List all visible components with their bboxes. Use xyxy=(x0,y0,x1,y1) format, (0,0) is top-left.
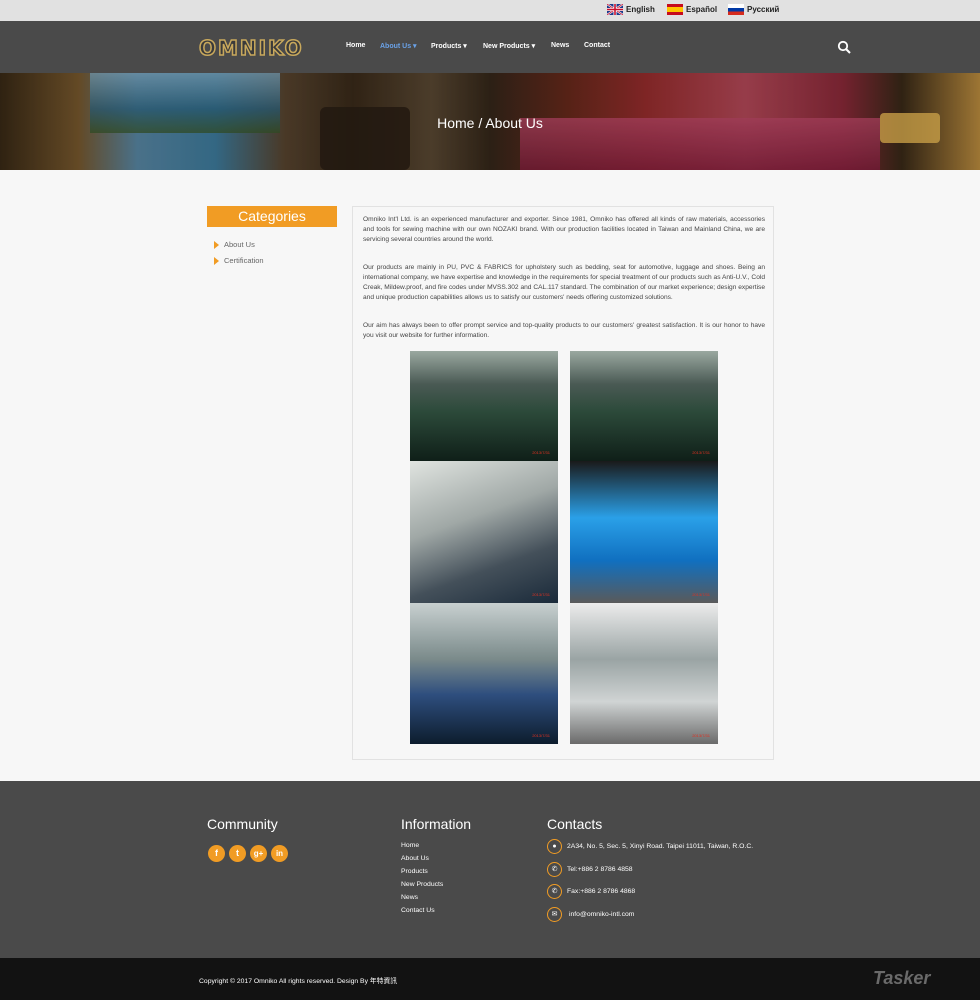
category-certification[interactable]: Certification xyxy=(214,256,264,265)
information-heading: Information xyxy=(401,816,472,832)
factory-photo: 2013/7/31 xyxy=(570,351,718,461)
russia-flag-icon xyxy=(728,4,744,15)
language-spanish[interactable]: Español xyxy=(667,4,717,15)
menu-products[interactable]: Products ▾ xyxy=(431,42,467,50)
about-paragraph: Our aim has always been to offer prompt … xyxy=(363,322,765,339)
linkedin-icon[interactable]: in xyxy=(271,845,288,862)
footer-link-home[interactable]: Home xyxy=(401,842,419,849)
menu-contact[interactable]: Contact xyxy=(584,42,610,49)
menu-about-us[interactable]: About Us ▾ xyxy=(380,42,417,50)
email-icon: ✉ xyxy=(547,907,562,922)
factory-photo: 2013/7/31 xyxy=(410,351,558,461)
about-paragraph: Omniko Int'l Ltd. is an experienced manu… xyxy=(363,216,765,243)
arrow-right-icon xyxy=(214,256,219,265)
factory-photo: 2013/7/31 xyxy=(410,461,558,603)
footer-link-products[interactable]: Products xyxy=(401,868,428,875)
uk-flag-icon xyxy=(606,3,624,16)
hero-banner: Home / About Us xyxy=(0,73,980,170)
menu-home[interactable]: Home xyxy=(346,42,365,49)
menu-news[interactable]: News xyxy=(551,42,569,49)
location-pin-icon: ● xyxy=(547,839,562,854)
twitter-icon[interactable]: t xyxy=(229,845,246,862)
bottom-bar: Copyright © 2017 Omniko All rights reser… xyxy=(0,958,980,1000)
menu-new-products[interactable]: New Products ▾ xyxy=(483,42,535,50)
language-label: Español xyxy=(686,5,718,14)
tasker-watermark: Tasker xyxy=(873,968,931,988)
contacts-heading: Contacts xyxy=(547,816,603,832)
footer: Community f t g+ in Information Home Abo… xyxy=(0,781,980,958)
language-english[interactable]: English xyxy=(606,3,655,16)
community-heading: Community xyxy=(207,816,278,832)
page-title: Home / About Us xyxy=(437,115,543,131)
contact-address: 2A34, No. 5, Sec. 5, Xinyi Road. Taipei … xyxy=(567,843,754,850)
spain-flag-icon xyxy=(667,4,683,15)
language-label: English xyxy=(626,5,655,14)
language-bar: English Español Русский xyxy=(0,0,980,21)
footer-link-news[interactable]: News xyxy=(401,894,418,901)
search-icon[interactable] xyxy=(837,40,851,54)
factory-photo: 2013/7/31 xyxy=(410,603,558,744)
content-area: Categories About Us Certification Omniko… xyxy=(0,170,980,781)
contact-tel: Tel:+886 2 8786 4858 xyxy=(567,866,633,873)
about-content-box: Omniko Int'l Ltd. is an experienced manu… xyxy=(352,206,774,760)
facebook-icon[interactable]: f xyxy=(208,845,225,862)
omniko-logo[interactable]: OMNIKO xyxy=(198,37,325,59)
category-about-us[interactable]: About Us xyxy=(214,240,255,249)
fax-icon: ✆ xyxy=(547,884,562,899)
language-label: Русский xyxy=(747,5,780,14)
language-russian[interactable]: Русский xyxy=(728,4,779,15)
contact-fax: Fax:+886 2 8786 4868 xyxy=(567,888,636,895)
arrow-right-icon xyxy=(214,240,219,249)
footer-link-about-us[interactable]: About Us xyxy=(401,855,429,862)
phone-icon: ✆ xyxy=(547,862,562,877)
categories-heading: Categories xyxy=(207,206,337,227)
google-plus-icon[interactable]: g+ xyxy=(250,845,267,862)
factory-photo: 2013/7/31 xyxy=(570,603,718,744)
contact-email[interactable]: info@omniko-intl.com xyxy=(569,911,634,918)
footer-link-contact-us[interactable]: Contact Us xyxy=(401,907,435,914)
about-paragraph: Our products are mainly in PU, PVC & FAB… xyxy=(363,264,765,301)
footer-link-new-products[interactable]: New Products xyxy=(401,881,443,888)
main-navigation: OMNIKO Home About Us ▾ Products ▾ New Pr… xyxy=(0,21,980,73)
factory-photo: 2013/7/31 xyxy=(570,461,718,603)
copyright: Copyright © 2017 Omniko All rights reser… xyxy=(199,978,398,985)
